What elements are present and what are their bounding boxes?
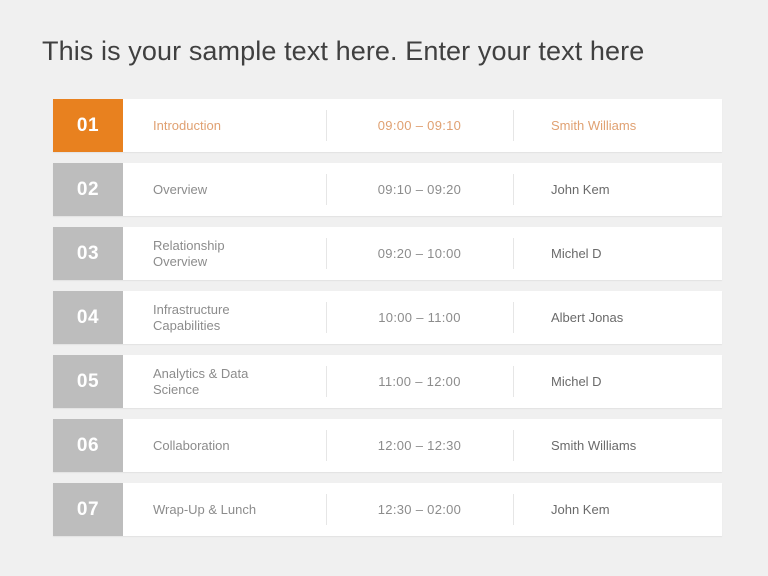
agenda-row[interactable]: 07 Wrap-Up & Lunch 12:30 – 02:00 John Kem <box>53 483 722 536</box>
agenda-row-speaker: Albert Jonas <box>551 310 624 325</box>
agenda-row-number: 05 <box>53 355 123 408</box>
agenda-row[interactable]: 06 Collaboration 12:00 – 12:30 Smith Willia… <box>53 419 722 472</box>
agenda-topic-line-1: Introduction <box>153 117 221 133</box>
agenda-row-time: 09:10 – 09:20 <box>377 182 462 197</box>
page-title: This is your sample text here. Enter you… <box>42 36 645 66</box>
agenda-row-speaker: Michel D <box>551 374 602 389</box>
agenda-row-speaker: Smith Williams <box>551 118 637 133</box>
agenda-row-number: 07 <box>53 483 123 536</box>
agenda-topic-line-1: Overview <box>153 181 208 197</box>
agenda-topic-line-2: Capabilities <box>153 317 221 333</box>
agenda-row-time: 12:30 – 02:00 <box>377 502 462 517</box>
agenda-row-time: 11:00 – 12:00 <box>378 374 461 389</box>
agenda-row-time: 09:00 – 09:10 <box>377 118 462 133</box>
agenda-topic-line-1: Relationship <box>153 237 225 253</box>
agenda-row-time: 10:00 – 11:00 <box>378 310 461 325</box>
agenda-row-number: 06 <box>53 419 123 472</box>
agenda-row-number: 03 <box>53 227 123 280</box>
agenda-row-topic: Infrastructure Capabilities <box>123 291 326 344</box>
agenda-row-topic: Analytics & Data Science <box>123 355 326 408</box>
agenda-row-time: 09:20 – 10:00 <box>377 246 462 261</box>
agenda-topic-line-1: Analytics & Data <box>153 365 249 381</box>
agenda-row-number: 02 <box>53 163 123 216</box>
agenda-topic-line-1: Wrap-Up & Lunch <box>153 501 257 517</box>
agenda-list: 01 Introduction 09:00 – 09:10 Smith William… <box>53 99 722 536</box>
agenda-row[interactable]: 02 Overview 09:10 – 09:20 John Kem <box>53 163 722 216</box>
agenda-row-number: 04 <box>53 291 123 344</box>
agenda-row-topic: Relationship Overview <box>123 227 326 280</box>
agenda-row-topic: Overview <box>123 163 326 216</box>
agenda-row-speaker: John Kem <box>551 502 610 517</box>
agenda-row-number: 01 <box>53 99 123 152</box>
agenda-row-topic: Collaboration <box>123 419 326 472</box>
agenda-row-topic: Introduction <box>123 99 326 152</box>
agenda-row[interactable]: 04 Infrastructure Capabilities 10:00 – 11:0… <box>53 291 722 344</box>
agenda-row-topic: Wrap-Up & Lunch <box>123 483 326 536</box>
agenda-topic-line-1: Collaboration <box>153 437 230 453</box>
slide-canvas: This is your sample text here. Enter you… <box>0 0 768 576</box>
agenda-row-speaker: John Kem <box>551 182 610 197</box>
agenda-topic-line-1: Infrastructure <box>153 301 230 317</box>
agenda-row[interactable]: 01 Introduction 09:00 – 09:10 Smith William… <box>53 99 722 152</box>
agenda-row-time: 12:00 – 12:30 <box>377 438 462 453</box>
agenda-row-speaker: Michel D <box>551 246 602 261</box>
agenda-topic-line-2: Science <box>153 381 200 397</box>
agenda-topic-line-2: Overview <box>153 253 208 269</box>
agenda-row-speaker: Smith Williams <box>551 438 637 453</box>
agenda-row[interactable]: 03 Relationship Overview 09:20 – 10:00 Miche… <box>53 227 722 280</box>
agenda-row[interactable]: 05 Analytics & Data Science 11:00 – 12:00 Mi… <box>53 355 722 408</box>
